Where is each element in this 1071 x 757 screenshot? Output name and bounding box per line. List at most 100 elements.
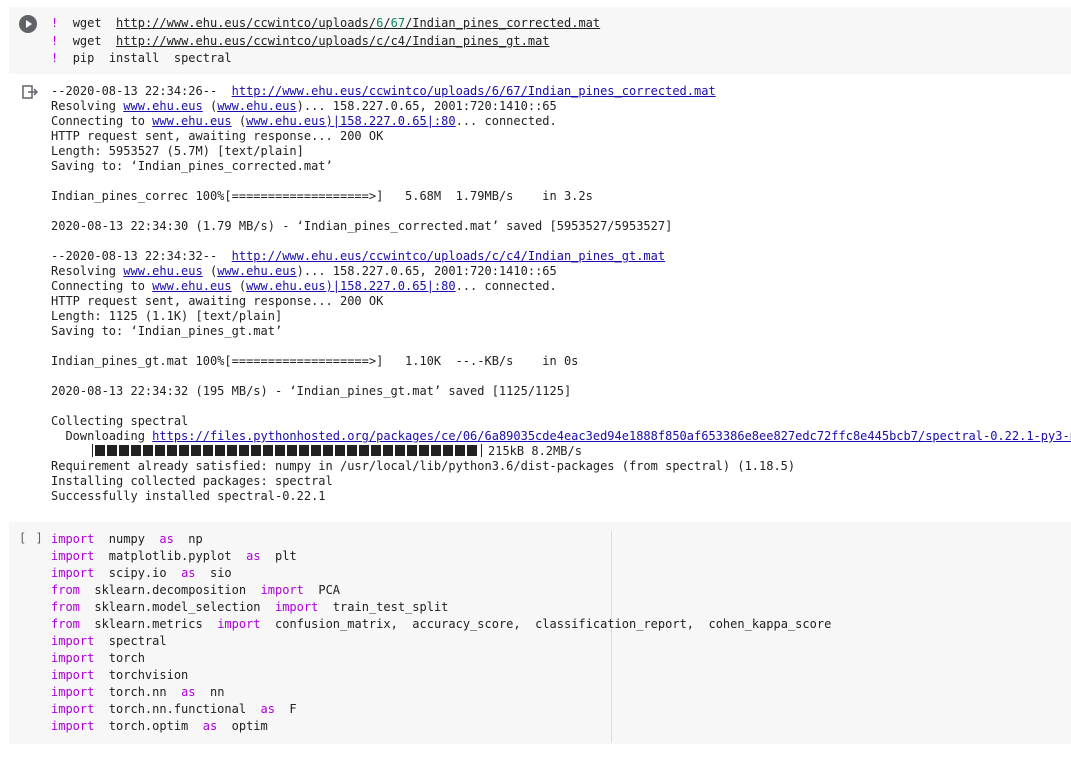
keyword: import	[51, 651, 95, 665]
output-line: Installing collected packages: spectral	[51, 474, 333, 488]
keyword: from	[51, 600, 80, 614]
keyword: import	[217, 617, 261, 631]
host-link[interactable]: www.ehu.eus	[217, 99, 296, 113]
output-line: Indian_pines_correc 100%[===============…	[51, 189, 593, 203]
progress-block	[203, 445, 213, 456]
keyword: import	[51, 532, 95, 546]
code-line[interactable]: from sklearn.metrics import confusion_ma…	[51, 616, 831, 633]
progress-block	[443, 445, 453, 456]
code-line[interactable]: ! pip install spectral	[51, 50, 232, 67]
progress-block	[371, 445, 381, 456]
code-line[interactable]: ! wget http://www.ehu.eus/ccwintco/uploa…	[51, 15, 600, 32]
progress-block	[467, 445, 477, 456]
output-line: Saving to: ‘Indian_pines_gt.mat’	[51, 324, 283, 338]
keyword: import	[51, 719, 95, 733]
output-line: Resolving www.ehu.eus (www.ehu.eus)... 1…	[51, 264, 557, 278]
keyword: from	[51, 617, 80, 631]
run-cell-button[interactable]	[19, 15, 37, 33]
download-progress-bar: 215kB 8.2MB/s	[90, 443, 582, 458]
progress-block	[179, 445, 189, 456]
progress-block	[323, 445, 333, 456]
output-line: Resolving www.ehu.eus (www.ehu.eus)... 1…	[51, 99, 557, 113]
host-link[interactable]: www.ehu.eus)|158.227.0.65|:80	[246, 279, 456, 293]
output-line: Saving to: ‘Indian_pines_corrected.mat’	[51, 159, 333, 173]
code-line[interactable]: ! wget http://www.ehu.eus/ccwintco/uploa…	[51, 33, 550, 50]
progress-block	[143, 445, 153, 456]
run-cell-button[interactable]: [ ]	[19, 531, 44, 545]
progress-block	[455, 445, 465, 456]
progress-block	[407, 445, 417, 456]
keyword: import	[260, 583, 304, 597]
progress-block	[191, 445, 201, 456]
keyword: import	[51, 668, 95, 682]
keyword: as	[260, 702, 275, 716]
progress-block	[227, 445, 237, 456]
keyword: import	[51, 549, 95, 563]
host-link[interactable]: www.ehu.eus	[123, 99, 202, 113]
progress-block	[311, 445, 321, 456]
output-line: Connecting to www.ehu.eus (www.ehu.eus)|…	[51, 114, 557, 128]
progress-block	[287, 445, 297, 456]
keyword: import	[274, 600, 319, 614]
progress-block	[95, 445, 105, 456]
output-link[interactable]: https://files.pythonhosted.org/packages/…	[152, 429, 1071, 443]
code-line[interactable]: import numpy as np	[51, 531, 203, 548]
code-line[interactable]: from sklearn.model_selection import trai…	[51, 599, 448, 616]
progress-block	[275, 445, 285, 456]
progress-block	[239, 445, 249, 456]
keyword: as	[202, 719, 218, 733]
output-link[interactable]: http://www.ehu.eus/ccwintco/uploads/c/c4…	[232, 249, 665, 263]
code-line[interactable]: import scipy.io as sio	[51, 565, 232, 582]
keyword: from	[51, 583, 80, 597]
output-line: Downloading https://files.pythonhosted.o…	[51, 429, 1071, 444]
progress-block	[167, 445, 177, 456]
output-link[interactable]: http://www.ehu.eus/ccwintco/uploads/6/67…	[232, 84, 716, 98]
code-line[interactable]: import torchvision	[51, 667, 188, 684]
progress-block	[251, 445, 261, 456]
keyword: import	[51, 685, 95, 699]
output-line: Successfully installed spectral-0.22.1	[51, 489, 326, 503]
host-link[interactable]: www.ehu.eus)|158.227.0.65|:80	[246, 114, 456, 128]
output-line: Collecting spectral	[51, 414, 189, 428]
output-line: HTTP request sent, awaiting response... …	[51, 294, 384, 308]
progress-block	[431, 445, 441, 456]
progress-block	[107, 445, 117, 456]
code-line[interactable]: import torch.nn as nn	[51, 684, 224, 701]
keyword: import	[51, 566, 95, 580]
output-line: 2020-08-13 22:34:30 (1.79 MB/s) - ‘India…	[51, 219, 673, 233]
output-line: Length: 1125 (1.1K) [text/plain]	[51, 309, 283, 323]
host-link[interactable]: www.ehu.eus	[152, 279, 231, 293]
output-icon[interactable]	[22, 85, 38, 99]
keyword: as	[246, 549, 261, 563]
progress-block	[419, 445, 429, 456]
code-line[interactable]: import spectral	[51, 633, 167, 650]
code-line[interactable]: import torch.optim as optim	[51, 718, 268, 735]
code-line[interactable]: import matplotlib.pyplot as plt	[51, 548, 297, 565]
code-line[interactable]: import torch	[51, 650, 145, 667]
keyword: as	[181, 566, 196, 580]
code-line[interactable]: import torch.nn.functional as F	[51, 701, 297, 718]
host-link[interactable]: www.ehu.eus	[123, 264, 202, 278]
output-line: Connecting to www.ehu.eus (www.ehu.eus)|…	[51, 279, 557, 293]
progress-block	[395, 445, 405, 456]
output-line: HTTP request sent, awaiting response... …	[51, 129, 384, 143]
progress-block	[335, 445, 345, 456]
line-length-ruler	[611, 531, 612, 743]
progress-block	[359, 445, 369, 456]
output-line: 2020-08-13 22:34:32 (195 MB/s) - ‘Indian…	[51, 384, 572, 398]
progress-block	[119, 445, 129, 456]
progress-block	[263, 445, 273, 456]
progress-block	[131, 445, 141, 456]
code-line[interactable]: from sklearn.decomposition import PCA	[51, 582, 340, 599]
keyword: import	[51, 702, 95, 716]
output-line: Indian_pines_gt.mat 100%[===============…	[51, 354, 579, 368]
host-link[interactable]: www.ehu.eus	[217, 264, 296, 278]
progress-block	[215, 445, 225, 456]
keyword: as	[181, 685, 196, 699]
progress-text: 215kB 8.2MB/s	[488, 443, 582, 458]
keyword: import	[51, 634, 95, 648]
keyword: as	[159, 532, 174, 546]
output-line: --2020-08-13 22:34:26-- http://www.ehu.e…	[51, 84, 716, 98]
output-line: Requirement already satisfied: numpy in …	[51, 459, 796, 473]
host-link[interactable]: www.ehu.eus	[152, 114, 231, 128]
